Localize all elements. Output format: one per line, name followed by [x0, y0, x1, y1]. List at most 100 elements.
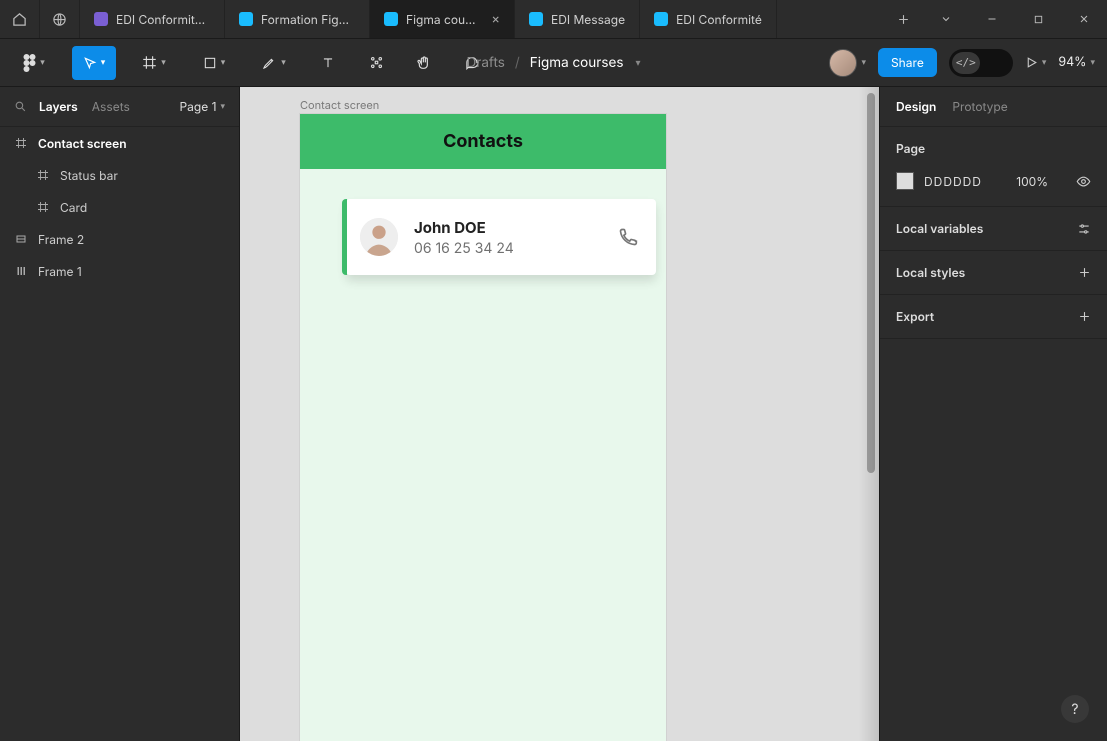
- chevron-down-icon[interactable]: ▾: [635, 57, 640, 69]
- zoom-control[interactable]: 94% ▾: [1058, 55, 1095, 70]
- recents-icon[interactable]: [40, 0, 80, 38]
- present-button[interactable]: ▾: [1025, 56, 1047, 69]
- layer-name: Contact screen: [38, 136, 127, 151]
- layer-name: Status bar: [60, 168, 118, 183]
- frame-label[interactable]: Contact screen: [300, 98, 379, 112]
- contact-name: John DOE: [414, 218, 618, 237]
- browser-tab[interactable]: Figma courses ×: [370, 0, 515, 38]
- maximize-button[interactable]: [1015, 0, 1061, 38]
- code-icon: </>: [952, 52, 980, 74]
- canvas[interactable]: Contact screen Contacts John DOE 06 16 2…: [240, 87, 879, 741]
- vstack-icon: [14, 264, 28, 278]
- pen-tool-button[interactable]: ▾: [252, 46, 296, 80]
- tab-design[interactable]: Design: [896, 99, 936, 114]
- tab-assets[interactable]: Assets: [92, 99, 130, 114]
- tab-favicon: [384, 12, 398, 26]
- main-area: Layers Assets Page 1 ▾ Contact screen Sta…: [0, 87, 1107, 741]
- text-tool-button[interactable]: [312, 46, 344, 80]
- tab-prototype[interactable]: Prototype: [952, 99, 1007, 114]
- canvas-scrollbar[interactable]: [867, 93, 875, 473]
- page-fill-opacity[interactable]: 100%: [1016, 174, 1048, 189]
- close-window-button[interactable]: [1061, 0, 1107, 38]
- help-button[interactable]: ?: [1061, 695, 1089, 723]
- search-icon[interactable]: [14, 100, 27, 113]
- chevron-down-icon[interactable]: [923, 0, 969, 38]
- page-fill-swatch[interactable]: [896, 172, 914, 190]
- section-export-title: Export: [896, 309, 934, 324]
- hstack-icon: [14, 232, 28, 246]
- tab-layers[interactable]: Layers: [39, 99, 78, 114]
- section-local-styles-title: Local styles: [896, 265, 965, 280]
- tab-label: EDI Message: [551, 12, 625, 27]
- frame-icon: [36, 200, 50, 214]
- browser-tab[interactable]: EDI Conformité -: [80, 0, 225, 38]
- app-header: Contacts: [300, 114, 666, 169]
- browser-tabbar: EDI Conformité - Formation Figma Figma cou…: [0, 0, 1107, 39]
- tab-favicon: [654, 12, 668, 26]
- tab-label: Formation Figma: [261, 12, 355, 27]
- new-tab-button[interactable]: [883, 0, 923, 38]
- avatar: [829, 49, 857, 77]
- close-icon[interactable]: ×: [491, 11, 500, 27]
- dev-mode-toggle[interactable]: </>: [949, 49, 1013, 77]
- page-title[interactable]: Figma courses: [530, 55, 624, 71]
- layer-row[interactable]: Frame 1: [0, 255, 239, 287]
- layer-row[interactable]: Card: [0, 191, 239, 223]
- browser-tab[interactable]: EDI Message: [515, 0, 640, 38]
- tab-label: EDI Conformité -: [116, 12, 210, 27]
- page-selector-label: Page 1: [179, 99, 216, 114]
- breadcrumb: Drafts / Figma courses ▾: [467, 55, 641, 71]
- section-local-variables-title: Local variables: [896, 221, 983, 236]
- tab-favicon: [239, 12, 253, 26]
- breadcrumb-parent[interactable]: Drafts: [467, 55, 505, 71]
- user-menu[interactable]: ▾: [829, 49, 866, 77]
- layer-name: Frame 1: [38, 264, 82, 279]
- toolbar: ▾ ▾ ▾ ▾ ▾ Drafts /: [0, 39, 1107, 87]
- layer-row[interactable]: Frame 2: [0, 223, 239, 255]
- page-selector[interactable]: Page 1 ▾: [179, 99, 225, 114]
- right-panel: Design Prototype Page DDDDDD 100% Local …: [879, 87, 1107, 741]
- card-accent: [342, 199, 347, 275]
- share-button[interactable]: Share: [878, 48, 937, 77]
- section-export[interactable]: Export: [880, 295, 1107, 339]
- tab-label: EDI Conformité: [676, 12, 762, 27]
- layer-name: Frame 2: [38, 232, 84, 247]
- section-local-styles[interactable]: Local styles: [880, 251, 1107, 295]
- section-page-title: Page: [896, 141, 925, 156]
- resources-button[interactable]: [360, 46, 392, 80]
- visibility-toggle-icon[interactable]: [1076, 174, 1091, 189]
- tab-favicon: [529, 12, 543, 26]
- frame-icon: [14, 136, 28, 150]
- frame-contact-screen[interactable]: Contacts John DOE 06 16 25 34 24: [300, 114, 666, 741]
- section-local-variables[interactable]: Local variables: [880, 207, 1107, 251]
- contact-avatar: [360, 218, 398, 256]
- page-fill-hex[interactable]: DDDDDD: [924, 174, 982, 189]
- toggle-off-segment: [982, 52, 1010, 74]
- layer-row[interactable]: Status bar: [0, 159, 239, 191]
- hand-tool-button[interactable]: [408, 46, 440, 80]
- frame-tool-button[interactable]: ▾: [132, 46, 176, 80]
- layer-row[interactable]: Contact screen: [0, 127, 239, 159]
- left-panel: Layers Assets Page 1 ▾ Contact screen Sta…: [0, 87, 240, 741]
- browser-tab[interactable]: Formation Figma: [225, 0, 370, 38]
- contact-phone: 06 16 25 34 24: [414, 240, 618, 257]
- layer-name: Card: [60, 200, 87, 215]
- contact-card[interactable]: John DOE 06 16 25 34 24: [346, 199, 656, 275]
- move-tool-button[interactable]: ▾: [72, 46, 116, 80]
- phone-icon[interactable]: [618, 227, 638, 247]
- settings-icon[interactable]: [1077, 222, 1091, 236]
- figma-menu-button[interactable]: ▾: [12, 46, 56, 80]
- zoom-value: 94%: [1058, 55, 1086, 70]
- app-header-title: Contacts: [443, 131, 523, 152]
- tab-label: Figma courses: [406, 12, 479, 27]
- breadcrumb-separator: /: [515, 55, 520, 71]
- plus-icon[interactable]: [1078, 310, 1091, 323]
- shape-tool-button[interactable]: ▾: [192, 46, 236, 80]
- minimize-button[interactable]: [969, 0, 1015, 38]
- browser-tab[interactable]: EDI Conformité: [640, 0, 777, 38]
- plus-icon[interactable]: [1078, 266, 1091, 279]
- home-icon[interactable]: [0, 0, 40, 38]
- window-controls: [923, 0, 1107, 38]
- tab-favicon: [94, 12, 108, 26]
- frame-icon: [36, 168, 50, 182]
